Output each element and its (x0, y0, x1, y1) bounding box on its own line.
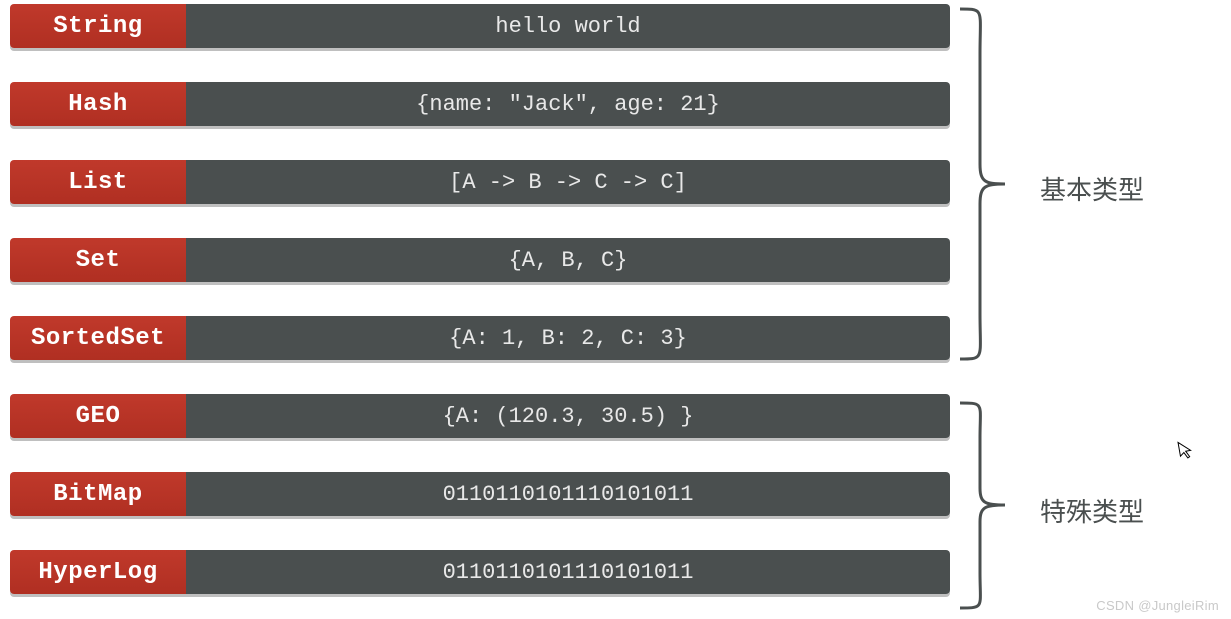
type-name: Set (10, 238, 186, 282)
type-name: BitMap (10, 472, 186, 516)
brace-icon (950, 4, 1020, 364)
type-name: SortedSet (10, 316, 186, 360)
type-value: 0110110101110101011 (186, 472, 950, 516)
type-value: 0110110101110101011 (186, 550, 950, 594)
type-name: String (10, 4, 186, 48)
type-value: {name: "Jack", age: 21} (186, 82, 950, 126)
type-value: {A: (120.3, 30.5) } (186, 394, 950, 438)
braces-column (950, 0, 1030, 594)
type-name: List (10, 160, 186, 204)
diagram-container: String hello world Hash {name: "Jack", a… (10, 0, 1220, 594)
table-row: String hello world (10, 4, 950, 48)
watermark: CSDN @JungleiRim (1096, 598, 1219, 613)
type-name: GEO (10, 394, 186, 438)
type-name: HyperLog (10, 550, 186, 594)
group-special: GEO {A: (120.3, 30.5) } BitMap 011011010… (10, 394, 950, 594)
table-row: List [A -> B -> C -> C] (10, 160, 950, 204)
table-row: SortedSet {A: 1, B: 2, C: 3} (10, 316, 950, 360)
group-basic: String hello world Hash {name: "Jack", a… (10, 4, 950, 360)
table-row: Set {A, B, C} (10, 238, 950, 282)
group-label-special: 特殊类型 (1040, 492, 1144, 529)
type-value: {A, B, C} (186, 238, 950, 282)
type-value: {A: 1, B: 2, C: 3} (186, 316, 950, 360)
table-row: GEO {A: (120.3, 30.5) } (10, 394, 950, 438)
table-row: BitMap 0110110101110101011 (10, 472, 950, 516)
labels-column: 基本类型 特殊类型 (1030, 0, 1210, 594)
group-label-basic: 基本类型 (1040, 170, 1144, 207)
table-row: Hash {name: "Jack", age: 21} (10, 82, 950, 126)
type-value: hello world (186, 4, 950, 48)
type-name: Hash (10, 82, 186, 126)
rows-column: String hello world Hash {name: "Jack", a… (10, 0, 950, 594)
table-row: HyperLog 0110110101110101011 (10, 550, 950, 594)
brace-icon (950, 398, 1020, 613)
type-value: [A -> B -> C -> C] (186, 160, 950, 204)
